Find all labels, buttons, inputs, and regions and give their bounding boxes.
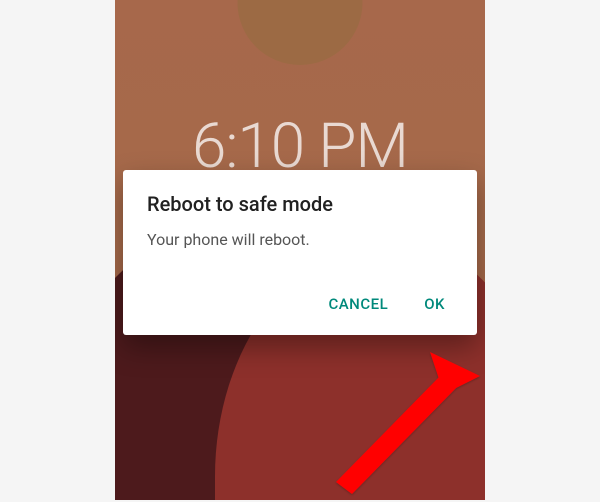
ok-button[interactable]: OK [420, 289, 449, 319]
safe-mode-dialog: Reboot to safe mode Your phone will rebo… [123, 170, 477, 335]
dialog-actions: CANCEL OK [147, 289, 453, 325]
dialog-message: Your phone will reboot. [147, 230, 453, 249]
cancel-button[interactable]: CANCEL [324, 289, 392, 319]
phone-screen: 6:10 PM Reboot to safe mode Your phone w… [115, 0, 485, 500]
dialog-title: Reboot to safe mode [147, 192, 453, 216]
